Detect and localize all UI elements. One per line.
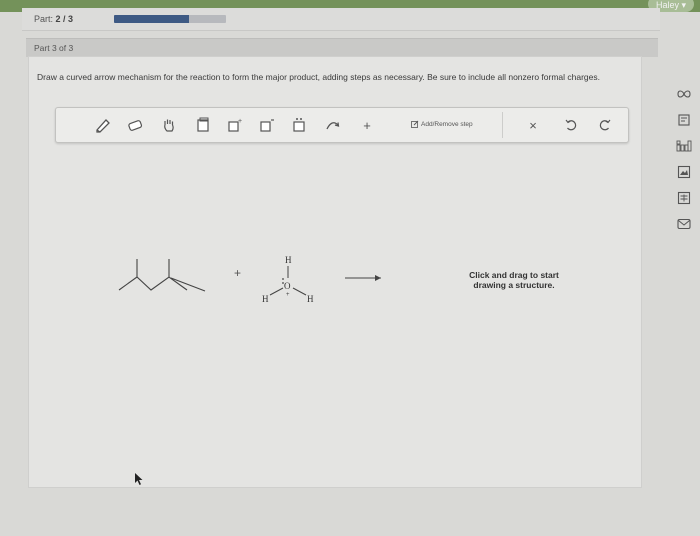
infinity-button[interactable] [676,86,692,102]
positive-charge-icon: + [228,118,242,132]
positive-charge-tool[interactable]: + [226,116,244,134]
part-progress-label: Part: 2 / 3 [34,14,74,24]
part-progress-count: 2 / 3 [55,14,74,24]
eraser-tool[interactable] [126,116,144,134]
add-fragment-button[interactable]: + [358,116,376,134]
svg-text:+: + [238,118,242,125]
alkene-skeleton [118,276,188,291]
add-remove-step-button[interactable]: Add/Remove step [411,120,473,128]
reaction-drawing: + H O + H H [118,255,381,304]
drawing-hint-line-2: drawing a structure. [473,280,555,290]
undo-button[interactable] [562,116,580,134]
curved-arrow-icon [326,122,340,130]
water-hydrogen-right: H [307,294,314,304]
redo-icon [599,119,611,131]
pencil-icon [96,119,110,133]
infinity-icon [677,90,691,98]
template-icon [197,117,209,132]
undo-icon [565,119,577,131]
toolbar-divider [502,112,503,138]
part-title: Part 3 of 3 [34,43,74,53]
part-title-bar: Part 3 of 3 [26,38,658,57]
question-instructions: Draw a curved arrow mechanism for the re… [37,72,600,82]
question-panel: Draw a curved arrow mechanism for the re… [28,56,642,488]
hand-icon [164,119,174,132]
mail-button[interactable] [676,216,692,232]
image-icon [677,165,691,179]
water-bond-left [269,287,284,296]
calculator-icon [677,191,691,205]
water-hydrogen-top: H [285,255,292,265]
water-oxygen: O [284,281,291,291]
periodic-table-button[interactable] [676,138,692,154]
drawing-canvas[interactable]: + H O + H H Click and drag to start draw… [29,147,641,485]
add-remove-step-label: Add/Remove step [421,120,473,128]
progress-bar-fill [114,15,190,23]
edit-icon [411,120,419,128]
curved-arrow-tool[interactable] [324,116,342,134]
image-button[interactable] [676,164,692,180]
water-hydrogen-left: H [262,294,269,304]
periodic-table-icon [676,140,692,152]
water-bond-right [292,287,307,296]
mail-icon [677,218,691,230]
close-icon: × [529,117,537,133]
plus-icon: + [363,117,371,133]
redo-button[interactable] [596,116,614,134]
mouse-cursor-icon [135,473,143,485]
eraser-icon [128,120,143,131]
oxygen-lone-pair-dot-1 [282,278,284,280]
drawing-toolbar: + + Add/Remove step × [55,107,629,143]
reaction-arrow-head [375,275,381,281]
part-progress-header: Part: 2 / 3 [22,8,660,31]
progress-bar [114,15,226,23]
ebook-button[interactable] [676,112,692,128]
book-icon [678,114,690,126]
calculator-button[interactable] [676,190,692,206]
lone-pair-icon [293,118,305,132]
negative-charge-icon [260,119,274,132]
alkene-double-bond [170,277,206,292]
pencil-tool[interactable] [94,116,112,134]
negative-charge-tool[interactable] [258,116,276,134]
reaction-plus: + [234,266,241,280]
clear-button[interactable]: × [524,116,542,134]
oxygen-formal-charge: + [286,292,290,298]
hand-tool[interactable] [160,116,178,134]
drawing-hint: Click and drag to start drawing a struct… [449,270,579,290]
lone-pair-tool[interactable] [290,116,308,134]
template-tool[interactable] [194,116,212,134]
drawing-hint-line-1: Click and drag to start [469,270,559,280]
